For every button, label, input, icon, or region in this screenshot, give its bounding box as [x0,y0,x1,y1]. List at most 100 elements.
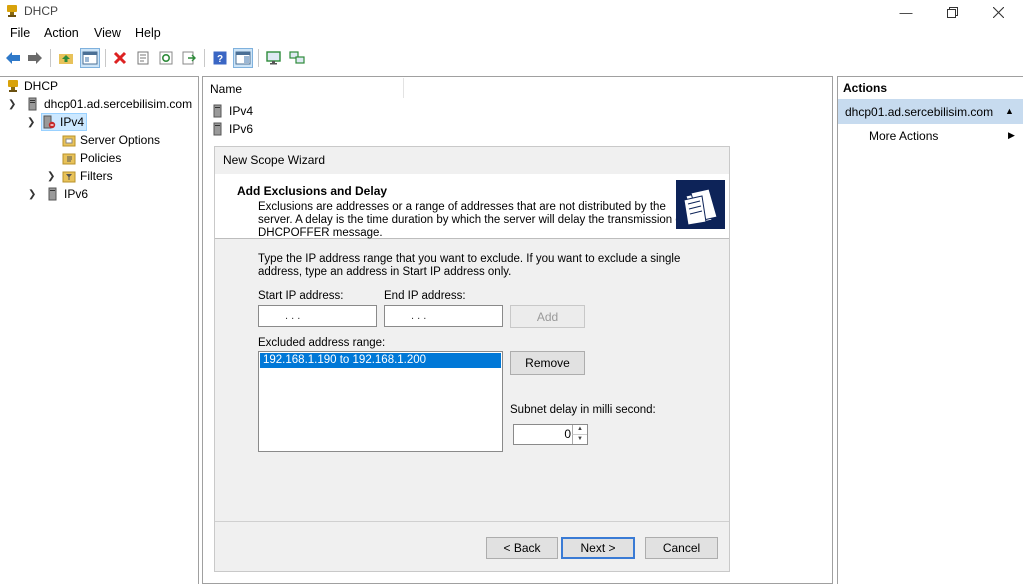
tree-label: DHCP [24,79,59,93]
wizard-description-line: server. A delay is the time duration by … [258,214,695,226]
more-actions-item[interactable]: More Actions [869,129,938,143]
wizard-description-line: Exclusions are addresses or a range of a… [258,201,666,213]
menu-action[interactable]: Action [44,26,79,40]
delete-x-icon [113,51,127,65]
show-hide-tree-toolbar-button[interactable] [80,48,100,68]
tree-label: Policies [80,151,122,165]
filter-icon [62,169,76,183]
list-item[interactable]: IPv4 [211,102,253,120]
toolbar-separator [204,49,205,67]
chevron-down-icon[interactable]: ❯ [8,99,16,110]
chevron-right-icon[interactable]: ❯ [28,189,36,200]
properties-toolbar-button[interactable] [133,48,153,68]
tree-item-ipv4[interactable]: IPv4 [41,113,88,131]
network-toolbar-button[interactable] [287,48,307,68]
tree-label: dhcp01.ad.sercebilisim.com [44,97,193,111]
add-button[interactable]: Add [510,305,585,328]
minimize-icon: — [899,4,913,20]
cancel-button[interactable]: Cancel [645,537,718,559]
stepper-down-arrow-icon[interactable]: ▼ [572,435,587,444]
arrow-right-icon [28,52,42,64]
end-ip-input[interactable]: . . . [384,305,503,327]
dhcp-app-icon [5,4,19,18]
tree-label: Filters [80,169,113,183]
wizard-folders-icon [676,180,725,229]
dhcp-root-icon [6,79,20,93]
end-ip-label: End IP address: [384,290,466,302]
export-list-toolbar-button[interactable] [179,48,199,68]
tree-item-dhcp[interactable]: DHCP [6,77,58,95]
back-toolbar-button[interactable] [3,48,23,68]
menu-view[interactable]: View [94,26,121,40]
window-title: DHCP [24,4,59,18]
collapse-up-icon[interactable]: ▲ [1005,106,1014,116]
tree-item-policies[interactable]: Policies [62,149,121,167]
stepper-up-arrow-icon[interactable]: ▲ [572,425,587,435]
chevron-down-icon[interactable]: ❯ [27,117,35,128]
toolbar-separator [258,49,259,67]
menu-file[interactable]: File [10,26,30,40]
subnet-delay-label: Subnet delay in milli second: [510,404,656,416]
action-pane-icon [235,51,251,65]
actions-section-title: dhcp01.ad.sercebilisim.com [845,105,994,119]
tree-label: IPv6 [64,187,89,201]
remove-button[interactable]: Remove [510,351,585,375]
policies-icon [62,151,76,165]
column-divider[interactable] [403,78,404,98]
wizard-description-line: DHCPOFFER message. [258,227,383,239]
actions-pane [837,76,1023,584]
list-item[interactable]: IPv6 [211,120,253,138]
menu-help[interactable]: Help [135,26,161,40]
toolbar-separator [105,49,106,67]
refresh-toolbar-button[interactable] [156,48,176,68]
tree-item-server[interactable]: dhcp01.ad.sercebilisim.com [26,95,192,113]
ipv4-server-icon [42,115,56,129]
excluded-range-label: Excluded address range: [258,337,386,349]
delete-toolbar-button[interactable] [110,48,130,68]
help-icon: ? [213,51,227,65]
excluded-range-listbox[interactable]: 192.168.1.190 to 192.168.1.200 [258,351,503,452]
arrow-left-icon [6,52,20,64]
show-hide-action-pane-toolbar-button[interactable] [233,48,253,68]
subnet-delay-value: 0 [564,427,571,441]
tree-item-server-options[interactable]: Server Options [62,131,160,149]
start-ip-input[interactable]: . . . [258,305,377,327]
server-statistics-toolbar-button[interactable] [264,48,284,68]
restore-icon [946,6,958,18]
server-icon [211,104,225,118]
subnet-delay-stepper[interactable]: 0 ▲ ▼ [513,424,588,445]
next-button[interactable]: Next > [561,537,635,559]
toolbar [0,45,1023,71]
close-icon [992,6,1004,18]
back-button[interactable]: < Back [486,537,558,559]
column-header-name[interactable]: Name [210,82,242,96]
up-folder-toolbar-button[interactable] [56,48,76,68]
minimize-button[interactable]: — [883,0,929,24]
forward-toolbar-button[interactable] [25,48,45,68]
start-ip-label: Start IP address: [258,290,344,302]
submenu-arrow-icon: ▶ [1008,130,1015,140]
restore-button[interactable] [929,0,975,24]
export-list-icon [182,51,196,65]
tree-item-filters[interactable]: Filters [62,167,113,185]
ipv6-server-icon [46,187,60,201]
options-folder-icon [62,133,76,147]
wizard-footer-divider [215,521,729,522]
wizard-heading: Add Exclusions and Delay [237,184,388,198]
properties-icon [137,51,149,65]
list-item-label: IPv4 [229,104,254,118]
close-window-button[interactable] [975,0,1021,24]
toolbar-separator [50,49,51,67]
excluded-range-item[interactable]: 192.168.1.190 to 192.168.1.200 [260,353,501,368]
list-item-label: IPv6 [229,122,254,136]
title-bar [0,0,1023,24]
refresh-icon [159,51,173,65]
server-icon [26,97,40,111]
help-toolbar-button[interactable]: ? [210,48,230,68]
actions-header: Actions [843,81,888,95]
chevron-right-icon[interactable]: ❯ [47,171,55,182]
tree-label: IPv4 [60,115,85,129]
tree-item-ipv6[interactable]: IPv6 [46,185,88,203]
server-icon [211,122,225,136]
tree-label: Server Options [80,133,161,147]
